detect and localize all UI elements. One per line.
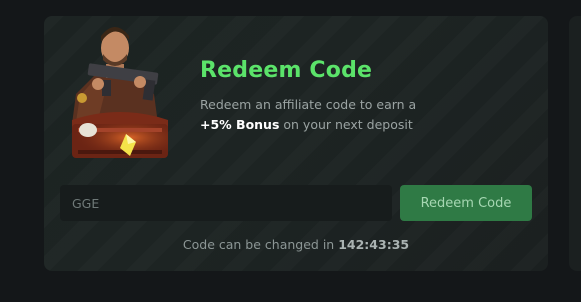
bonus-highlight: +5% Bonus — [200, 117, 280, 132]
affiliate-code-input[interactable] — [60, 185, 392, 221]
code-change-cooldown: Code can be changed in 142:43:35 — [44, 237, 548, 252]
cooldown-label: Code can be changed in — [182, 237, 335, 252]
adjacent-panel-edge — [569, 16, 581, 271]
cooldown-timer: 142:43:35 — [338, 237, 410, 252]
page: Redeem Code Redeem an affiliate code to … — [0, 0, 581, 302]
soldier-with-treasure-chest-icon — [72, 27, 168, 158]
page-title: Redeem Code — [200, 58, 373, 83]
description-suffix: on your next deposit — [283, 117, 413, 132]
redeem-code-button[interactable]: Redeem Code — [400, 185, 532, 221]
description-prefix: Redeem an affiliate code to earn a — [200, 97, 417, 112]
redeem-description: Redeem an affiliate code to earn a +5% B… — [200, 95, 460, 135]
